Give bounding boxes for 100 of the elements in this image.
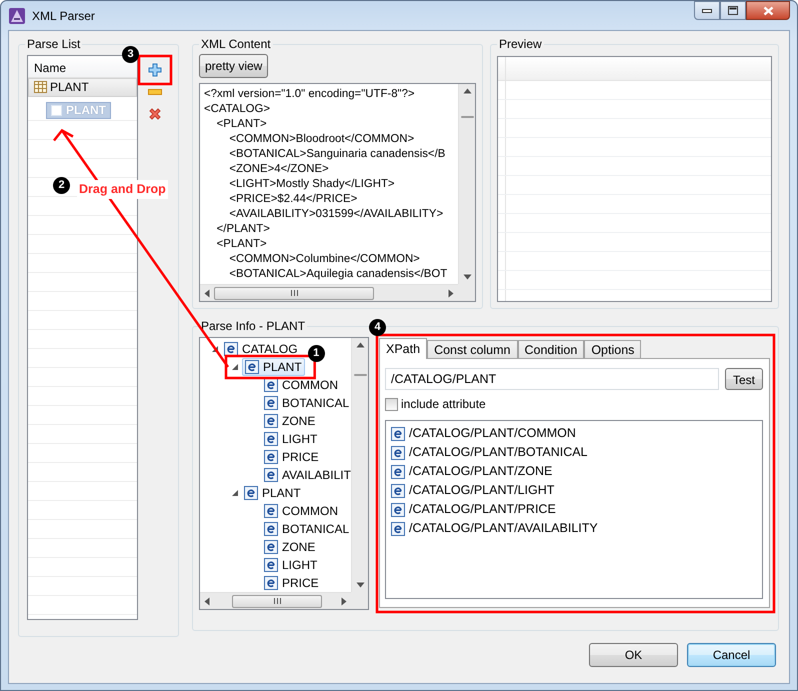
code-line: <PLANT> bbox=[216, 237, 268, 252]
scroll-right-icon[interactable] bbox=[341, 596, 347, 606]
code-line: <ZONE>4</ZONE> bbox=[228, 162, 330, 177]
code-line: <COMMON>Bloodroot</COMMON> bbox=[228, 132, 416, 147]
scroll-down-icon[interactable] bbox=[356, 582, 364, 588]
pretty-view-button[interactable]: pretty view bbox=[199, 54, 268, 78]
element-icon bbox=[391, 502, 405, 516]
list-item[interactable]: /CATALOG/PLANT/COMMON bbox=[391, 424, 757, 443]
tree-item[interactable]: ZONE bbox=[262, 538, 318, 556]
tab[interactable]: XPath bbox=[379, 338, 428, 359]
tree-item[interactable]: ZONE bbox=[262, 412, 318, 430]
element-icon bbox=[264, 558, 278, 572]
element-icon bbox=[264, 522, 278, 536]
dialog-button[interactable]: OK bbox=[589, 643, 678, 667]
scroll-right-icon[interactable] bbox=[448, 288, 454, 298]
drag-preview: PLANT bbox=[46, 102, 111, 118]
element-icon bbox=[224, 342, 238, 356]
list-item[interactable]: /CATALOG/PLANT/AVAILABILITY bbox=[391, 519, 757, 538]
scroll-up-icon[interactable] bbox=[462, 88, 472, 94]
list-item[interactable]: /CATALOG/PLANT/ZONE bbox=[391, 462, 757, 481]
tree-item[interactable]: LIGHT bbox=[262, 430, 320, 448]
element-icon bbox=[264, 450, 278, 464]
code-line: <PRICE>$2.44</PRICE> bbox=[228, 192, 358, 207]
minimize-icon bbox=[702, 8, 712, 12]
scrollbar-thumb[interactable] bbox=[232, 594, 322, 608]
table-icon bbox=[51, 104, 62, 116]
tree-item[interactable]: CATALOG bbox=[222, 340, 300, 358]
tree-item[interactable]: AVAILABILIT bbox=[262, 466, 351, 484]
minus-icon bbox=[148, 89, 162, 95]
annotation-label: Drag and Drop bbox=[77, 180, 168, 199]
delete-icon bbox=[148, 107, 162, 121]
element-icon bbox=[264, 540, 278, 554]
close-icon bbox=[762, 6, 774, 16]
collapse-icon[interactable] bbox=[210, 344, 220, 354]
dialog-button[interactable]: Cancel bbox=[687, 643, 776, 667]
vertical-scrollbar[interactable] bbox=[458, 84, 475, 284]
collapse-icon[interactable] bbox=[230, 362, 240, 372]
checkbox-label: include attribute bbox=[401, 396, 486, 413]
horizontal-scrollbar[interactable] bbox=[200, 592, 351, 609]
scroll-left-icon[interactable] bbox=[204, 596, 210, 606]
list-item[interactable]: PLANT bbox=[28, 78, 137, 96]
element-icon bbox=[391, 522, 405, 536]
list-item[interactable]: /CATALOG/PLANT/LIGHT bbox=[391, 481, 757, 500]
tree-item[interactable]: PLANT bbox=[242, 484, 303, 502]
group-title: XML Content bbox=[200, 37, 272, 51]
minimize-button[interactable] bbox=[694, 1, 720, 20]
scroll-down-icon[interactable] bbox=[462, 274, 472, 280]
close-button[interactable] bbox=[746, 1, 790, 20]
app-icon bbox=[8, 6, 26, 24]
code-line: <CATALOG> bbox=[204, 102, 272, 117]
grip-icon bbox=[290, 290, 298, 296]
element-icon bbox=[264, 378, 278, 392]
element-icon bbox=[391, 446, 405, 460]
tree-item[interactable]: PRICE bbox=[262, 448, 321, 466]
group-title: Preview bbox=[498, 37, 543, 51]
code-line: <AVAILABILITY>031599</AVAILABILITY> bbox=[228, 207, 444, 222]
tree-item[interactable]: BOTANICAL bbox=[262, 394, 351, 412]
element-icon bbox=[391, 484, 405, 498]
element-icon bbox=[264, 414, 278, 428]
table-icon bbox=[34, 81, 47, 93]
collapse-icon[interactable] bbox=[230, 488, 240, 498]
element-icon bbox=[391, 464, 405, 478]
element-icon bbox=[264, 432, 278, 446]
scrollbar-thumb[interactable] bbox=[354, 374, 366, 376]
maximize-button[interactable] bbox=[720, 1, 746, 20]
list-item[interactable]: /CATALOG/PLANT/PRICE bbox=[391, 500, 757, 519]
scroll-left-icon[interactable] bbox=[204, 288, 210, 298]
tab[interactable]: Condition bbox=[518, 340, 584, 359]
xpath-field[interactable]: /CATALOG/PLANT bbox=[385, 368, 719, 390]
tree-item[interactable]: LIGHT bbox=[262, 556, 320, 574]
code-line: <BOTANICAL>Sanguinaria canadensis</B bbox=[228, 147, 446, 162]
tree-item[interactable]: COMMON bbox=[262, 502, 340, 520]
tree-item[interactable]: COMMON bbox=[262, 376, 340, 394]
tab[interactable]: Options bbox=[584, 340, 642, 359]
plus-icon bbox=[148, 63, 162, 77]
maximize-icon bbox=[728, 6, 738, 15]
vertical-scrollbar[interactable] bbox=[351, 338, 368, 592]
element-icon bbox=[264, 468, 278, 482]
code-line: <LIGHT>Mostly Shady</LIGHT> bbox=[228, 177, 396, 192]
element-icon bbox=[264, 396, 278, 410]
checkbox[interactable] bbox=[385, 398, 398, 410]
scrollbar-thumb[interactable] bbox=[460, 116, 474, 118]
horizontal-scrollbar[interactable] bbox=[200, 284, 458, 301]
code-line: <COMMON>Columbine</COMMON> bbox=[228, 252, 421, 267]
list-item[interactable]: /CATALOG/PLANT/BOTANICAL bbox=[391, 443, 757, 462]
tree-item[interactable]: PLANT bbox=[242, 358, 305, 376]
code-line: <PLANT> bbox=[216, 117, 268, 132]
scroll-up-icon[interactable] bbox=[356, 342, 364, 348]
scrollbar-thumb[interactable] bbox=[214, 286, 374, 300]
tab[interactable]: Const column bbox=[427, 340, 518, 359]
tree-item[interactable]: PRICE bbox=[262, 574, 321, 592]
code-line: <BOTANICAL>Aquilegia canadensis</BOT bbox=[228, 267, 448, 282]
element-icon bbox=[264, 504, 278, 518]
tree-item[interactable]: BOTANICAL bbox=[262, 520, 351, 538]
code-line: </PLANT> bbox=[216, 222, 271, 237]
test-button[interactable]: Test bbox=[725, 368, 763, 390]
element-icon bbox=[244, 486, 258, 500]
add-button[interactable] bbox=[146, 62, 164, 78]
group-title: Parse List bbox=[26, 37, 82, 51]
element-icon bbox=[264, 576, 278, 590]
